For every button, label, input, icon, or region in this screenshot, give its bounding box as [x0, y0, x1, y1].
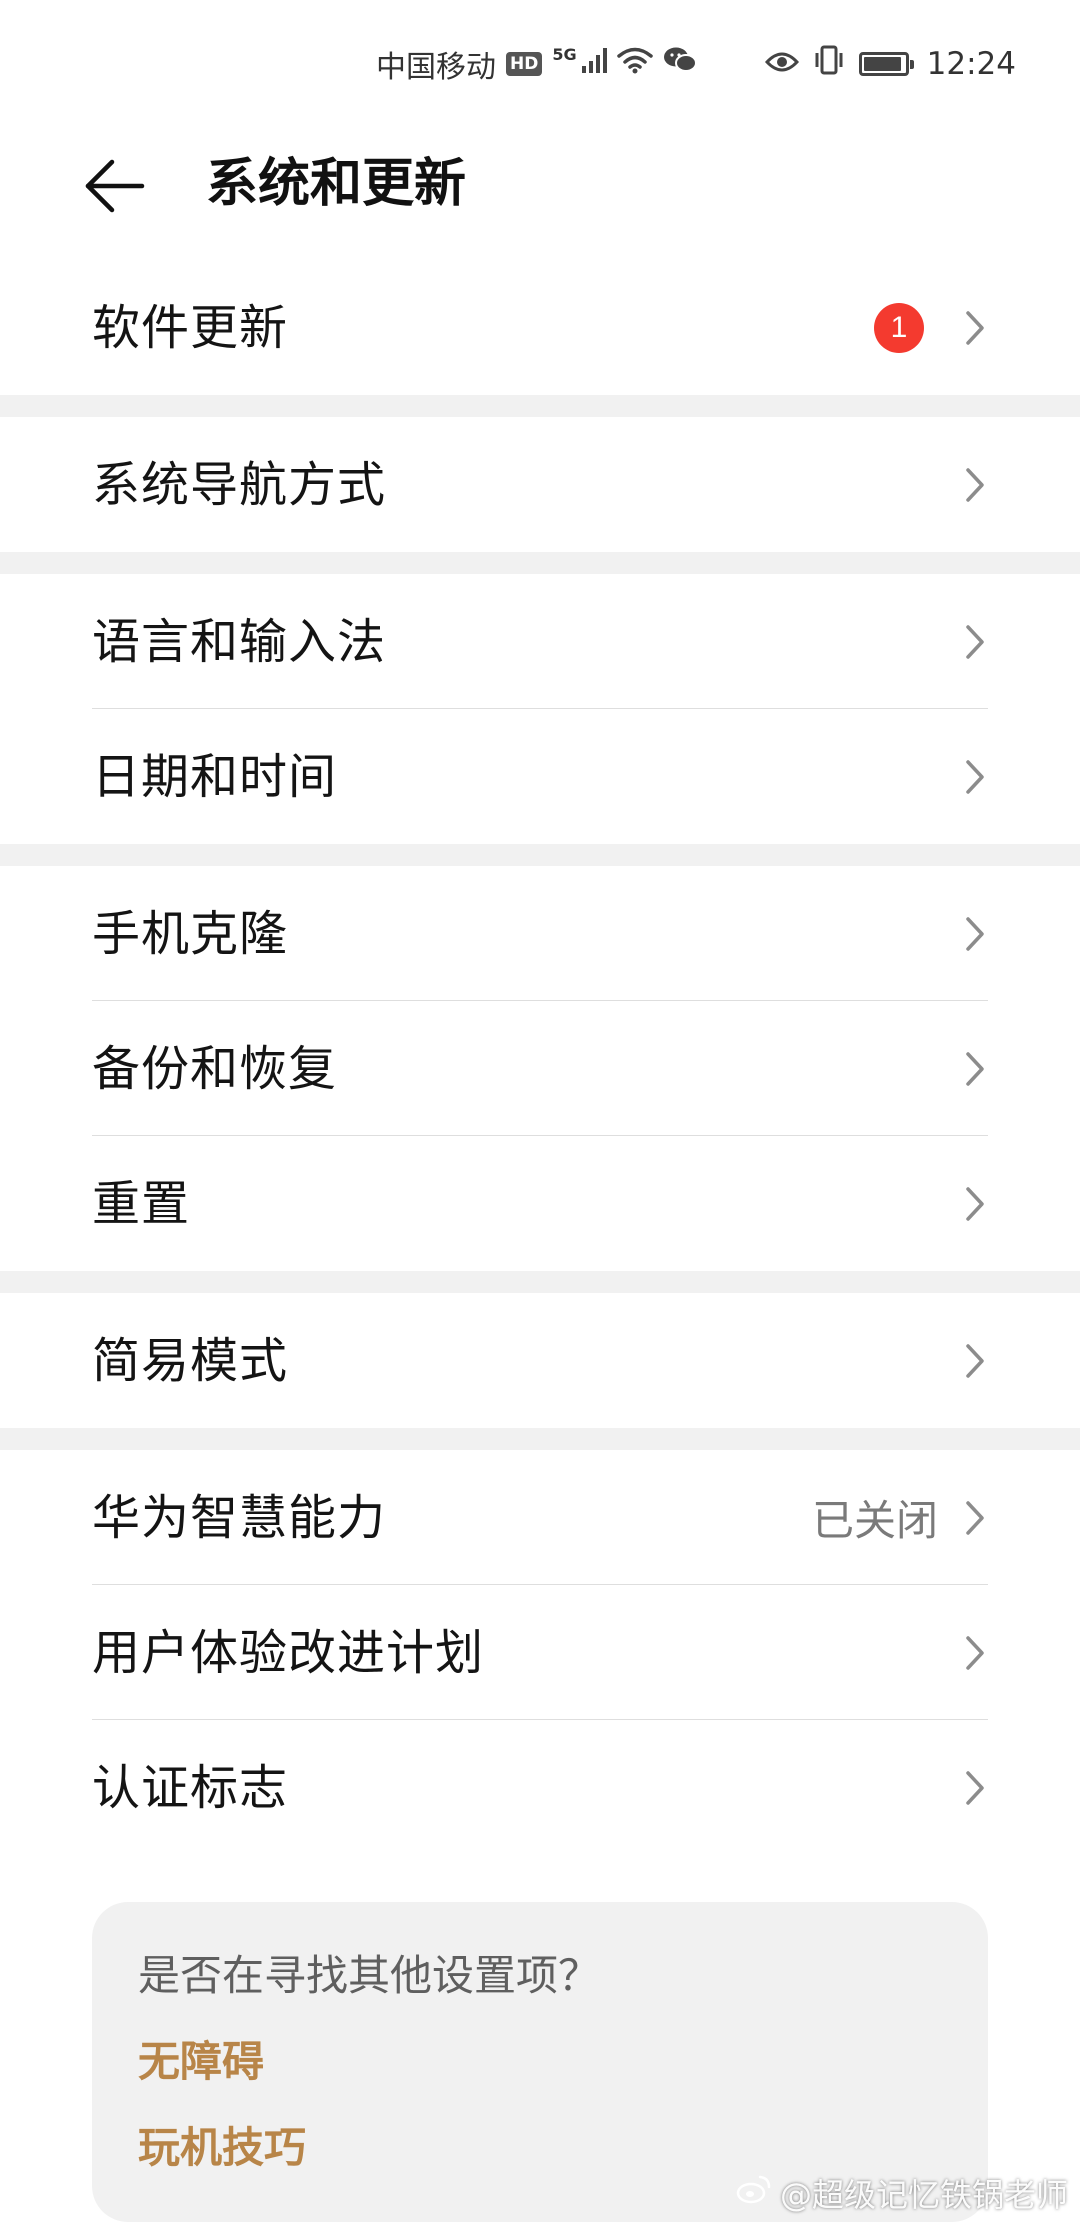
wechat-icon [663, 46, 697, 82]
settings-row-software-update[interactable]: 软件更新 1 [0, 258, 1080, 398]
chevron-right-icon [962, 1340, 988, 1382]
status-bar-right: 12:24 [764, 44, 1016, 84]
wifi-icon [616, 46, 653, 82]
row-label: 重置 [92, 1175, 191, 1232]
vibrate-icon [813, 44, 845, 84]
clock: 12:24 [926, 46, 1016, 82]
settings-row-language-input[interactable]: 语言和输入法 [0, 574, 1080, 709]
settings-row-huawei-intelligence[interactable]: 华为智慧能力 已关闭 [0, 1450, 1080, 1585]
row-label: 简易模式 [92, 1332, 289, 1389]
settings-row-backup-restore[interactable]: 备份和恢复 [0, 1001, 1080, 1136]
watermark-text: @超级记忆铁锅老师 [779, 2176, 1068, 2214]
settings-row-reset[interactable]: 重置 [0, 1136, 1080, 1271]
page-title: 系统和更新 [206, 154, 467, 214]
chevron-right-icon [962, 1632, 988, 1674]
carrier-label: 中国移动 [376, 50, 496, 85]
row-label: 手机克隆 [92, 905, 289, 962]
row-label: 语言和输入法 [92, 613, 387, 670]
settings-group: 手机克隆 备份和恢复 重置 [0, 866, 1080, 1271]
chevron-right-icon [962, 621, 988, 663]
update-count-badge: 1 [874, 303, 924, 353]
signal-icon [581, 46, 607, 82]
battery-icon [858, 52, 914, 76]
chevron-right-icon [962, 464, 988, 506]
settings-group: 简易模式 [0, 1293, 1080, 1428]
hd-indicator: HD [506, 52, 543, 76]
row-label: 备份和恢复 [92, 1040, 338, 1097]
watermark: @超级记忆铁锅老师 [736, 2170, 1068, 2216]
settings-row-date-time[interactable]: 日期和时间 [0, 709, 1080, 844]
chevron-right-icon [962, 756, 988, 798]
suggestion-link-accessibility[interactable]: 无障碍 [138, 2036, 942, 2088]
status-bar: 中国移动 HD 5G 12:24 [0, 0, 1080, 128]
app-header: 系统和更新 [0, 128, 1080, 240]
row-label: 华为智慧能力 [92, 1489, 387, 1546]
settings-group: 软件更新 1 [0, 258, 1080, 398]
settings-row-user-experience[interactable]: 用户体验改进计划 [0, 1585, 1080, 1720]
group-separator [0, 552, 1080, 574]
status-value: 已关闭 [811, 1496, 938, 1545]
settings-group: 华为智慧能力 已关闭 用户体验改进计划 认证标志 [0, 1450, 1080, 1855]
chevron-right-icon [962, 1183, 988, 1225]
row-label: 软件更新 [92, 300, 289, 356]
network-type-label: 5G [552, 44, 577, 64]
status-bar-left: 中国移动 HD 5G [376, 44, 697, 85]
row-label: 日期和时间 [92, 748, 338, 805]
back-button[interactable] [84, 148, 164, 228]
row-label: 用户体验改进计划 [92, 1624, 485, 1681]
settings-group: 系统导航方式 [0, 417, 1080, 552]
back-arrow-icon [84, 158, 146, 218]
settings-row-navigation[interactable]: 系统导航方式 [0, 417, 1080, 552]
settings-row-certification[interactable]: 认证标志 [0, 1720, 1080, 1855]
chevron-right-icon [962, 1497, 988, 1539]
suggestion-question: 是否在寻找其他设置项？ [138, 1951, 601, 2000]
group-separator [0, 1428, 1080, 1450]
chevron-right-icon [962, 307, 988, 349]
chevron-right-icon [962, 1767, 988, 1809]
row-label: 系统导航方式 [92, 456, 387, 513]
group-separator [0, 844, 1080, 866]
chevron-right-icon [962, 1048, 988, 1090]
eye-icon [764, 47, 799, 82]
settings-row-phone-clone[interactable]: 手机克隆 [0, 866, 1080, 1001]
row-label: 认证标志 [92, 1759, 289, 1816]
settings-group: 语言和输入法 日期和时间 [0, 574, 1080, 844]
suggestion-link-tips[interactable]: 玩机技巧 [138, 2122, 942, 2174]
group-separator [0, 1271, 1080, 1293]
group-separator [0, 395, 1080, 417]
settings-row-simple-mode[interactable]: 简易模式 [0, 1293, 1080, 1428]
weibo-icon [736, 2174, 772, 2212]
chevron-right-icon [962, 913, 988, 955]
